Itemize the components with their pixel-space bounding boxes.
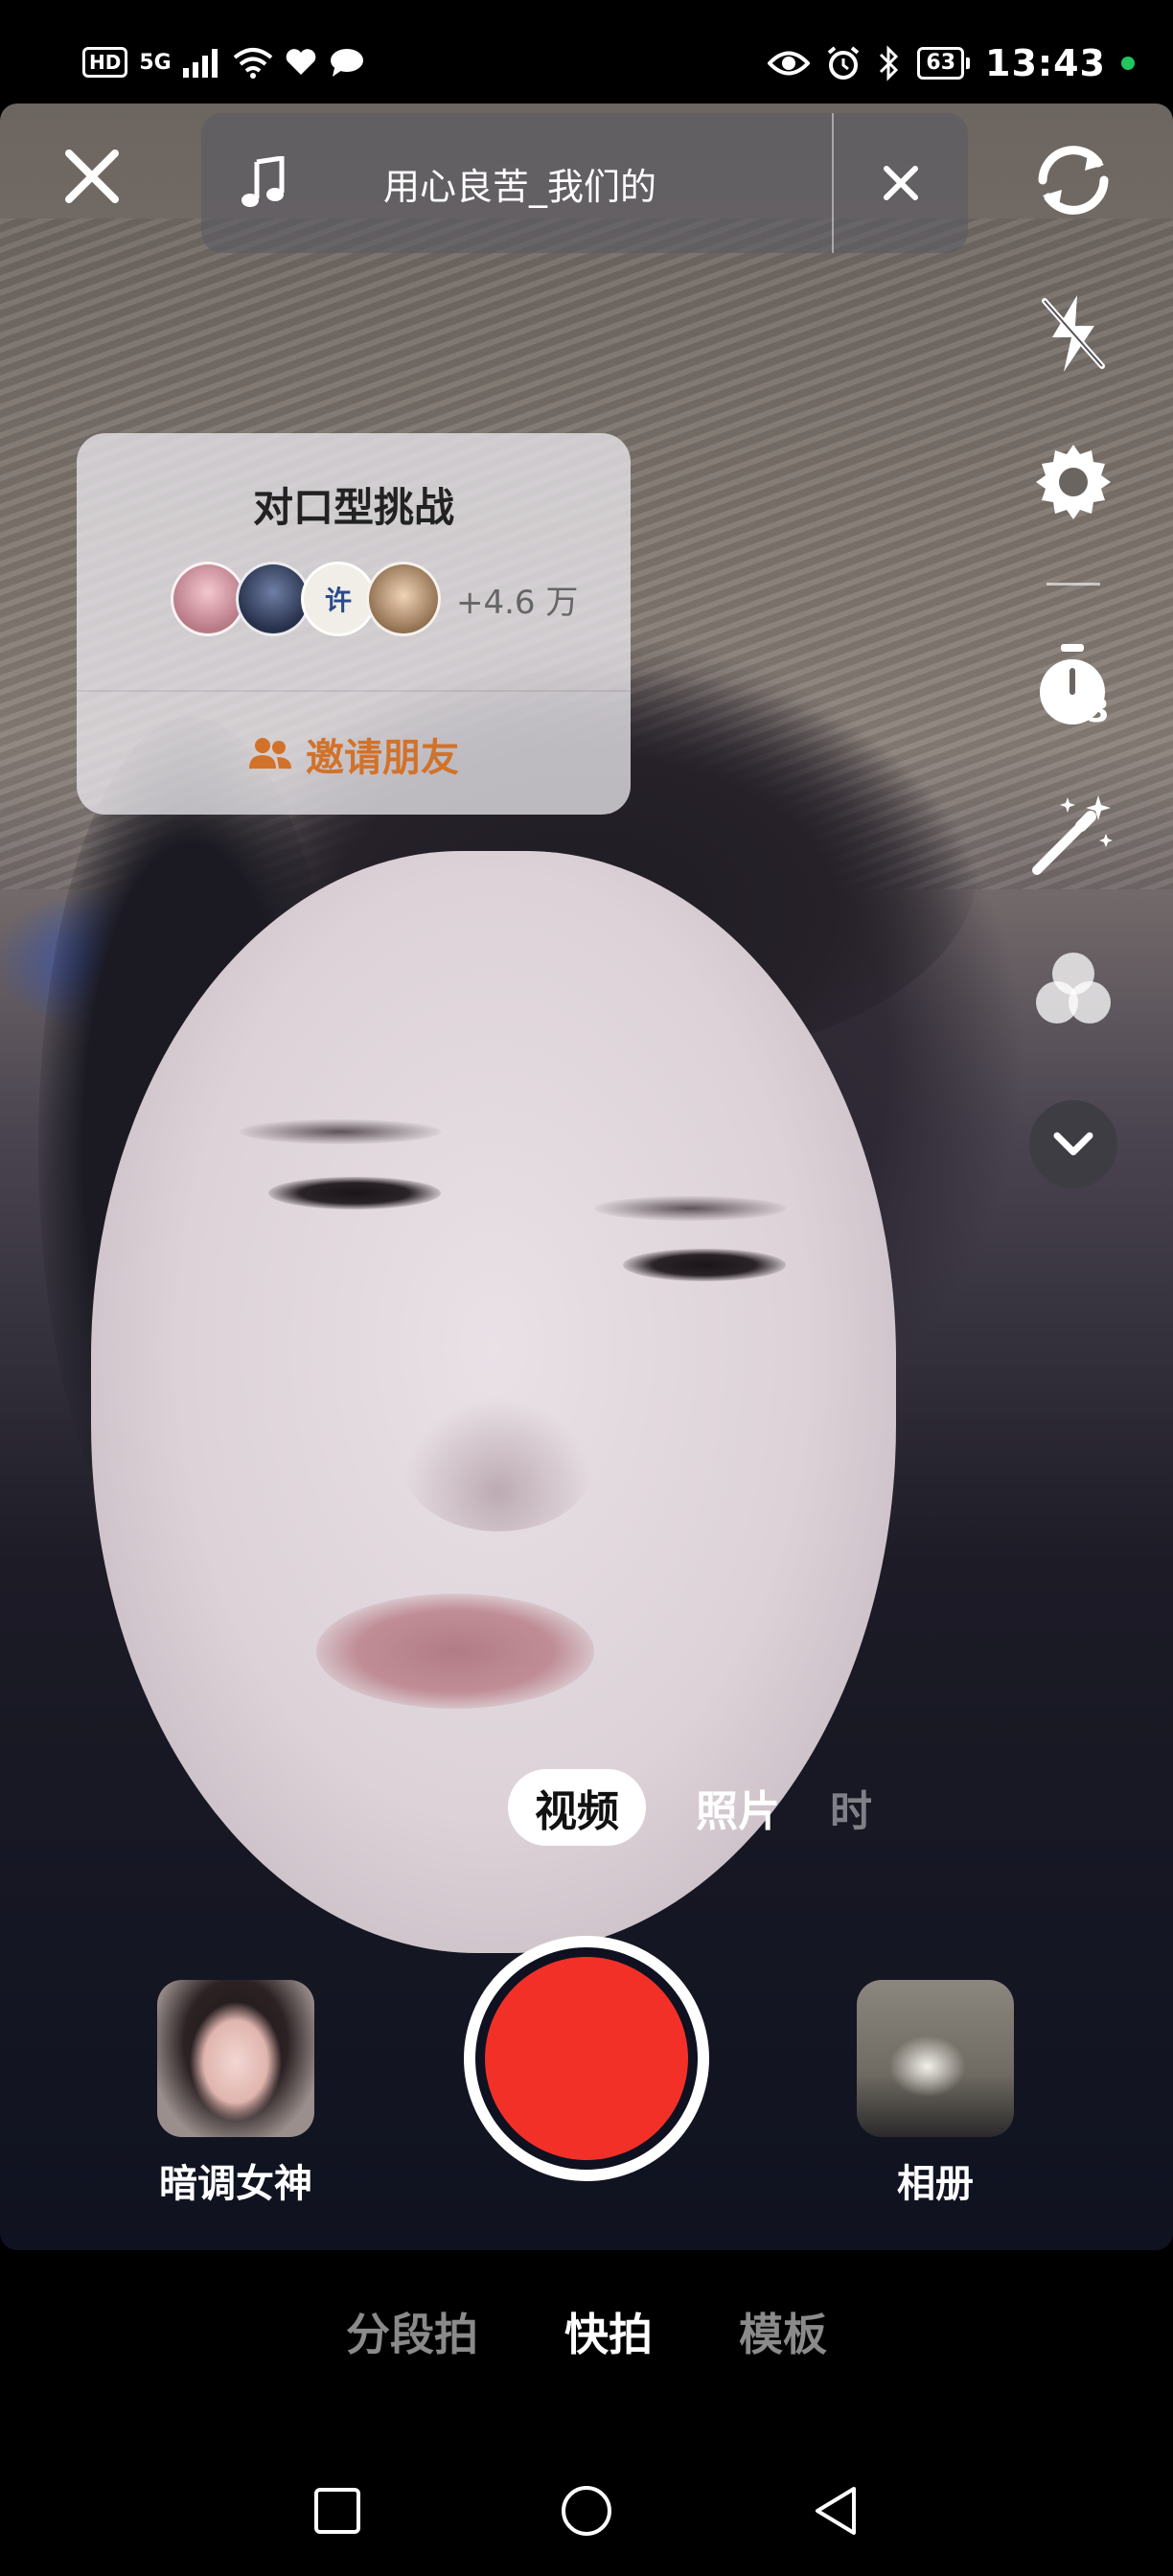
close-button[interactable] [58, 142, 126, 211]
navigation-bar [0, 2472, 1173, 2576]
card-divider [77, 690, 631, 692]
eye-icon [768, 51, 811, 76]
timer-count: 3 [1087, 692, 1110, 730]
nose [402, 1397, 594, 1531]
avatar [236, 562, 310, 636]
magic-wand-icon [1032, 795, 1113, 875]
avatar [171, 562, 245, 636]
avatar [366, 562, 441, 636]
challenge-title: 对口型挑战 [252, 484, 454, 531]
tab-template[interactable]: 模板 [739, 2300, 827, 2363]
toolbar-divider [1025, 583, 1121, 586]
capture-mode-tabs: 视频 照片 时 [508, 1769, 872, 1846]
beauty-button[interactable] [1025, 792, 1121, 878]
mode-photo[interactable]: 照片 [696, 1777, 780, 1838]
network-type: 5G [139, 50, 172, 75]
filter-button[interactable] [1025, 949, 1121, 1031]
status-right: 63 13:43 [768, 42, 1135, 84]
battery-tip [966, 58, 971, 69]
right-brow [594, 1196, 786, 1221]
lips [316, 1594, 594, 1709]
more-button[interactable] [1025, 1100, 1121, 1188]
settings-button[interactable] [1025, 441, 1121, 523]
flash-off-icon [1042, 295, 1105, 372]
status-left: HD 5G [82, 46, 365, 79]
left-eye [268, 1177, 441, 1209]
signal-icon [182, 49, 218, 78]
tab-quick[interactable]: 快拍 [564, 2300, 653, 2363]
avatar-text: 许 [324, 585, 352, 616]
wifi-icon [233, 48, 273, 79]
record-button[interactable] [485, 1957, 688, 2160]
avatar: 许 [301, 562, 376, 636]
back-triangle-icon [816, 2487, 856, 2535]
message-icon [330, 49, 363, 77]
right-eye [623, 1249, 786, 1281]
album-label: 相册 [897, 2162, 974, 2206]
left-brow [240, 1119, 441, 1144]
square-icon [314, 2488, 360, 2534]
back-button[interactable] [797, 2472, 874, 2549]
flash-button[interactable] [1025, 291, 1121, 376]
chevron-down-icon [1053, 1132, 1093, 1156]
lip-sync-challenge-card[interactable]: 对口型挑战 许 +4.6 万 邀请朋友 [77, 433, 631, 815]
invite-friends-button[interactable]: 邀请朋友 [77, 726, 631, 782]
status-bar: HD 5G 63 13:43 [0, 0, 1173, 104]
heart-icon [286, 49, 316, 75]
status-dot [1121, 57, 1135, 70]
battery-indicator: 63 [917, 47, 971, 80]
people-icon [249, 738, 291, 769]
flip-camera-icon [1038, 146, 1109, 215]
music-title: 用心良苦_我们的 [383, 165, 657, 208]
participant-count: +4.6 万 [456, 583, 579, 622]
filter-icon [1036, 953, 1111, 1024]
gear-icon [1036, 445, 1111, 519]
mode-video[interactable]: 视频 [508, 1769, 646, 1846]
close-icon [884, 166, 918, 200]
home-button[interactable] [548, 2472, 625, 2549]
alarm-icon [828, 46, 860, 80]
hd-badge: HD [82, 47, 128, 78]
filter-label: 暗调女神 [159, 2162, 312, 2206]
music-note-icon [201, 156, 326, 210]
filter-thumbnail[interactable] [157, 1980, 314, 2137]
album-thumbnail[interactable] [857, 1980, 1014, 2137]
bluetooth-icon [880, 45, 899, 81]
close-icon [65, 150, 119, 203]
timer-button[interactable]: 3 [1025, 644, 1121, 732]
shooting-tabs: 分段拍 快拍 模板 [0, 2300, 1173, 2363]
battery-level: 63 [917, 47, 965, 80]
circle-icon [562, 2486, 611, 2536]
clock: 13:43 [985, 42, 1106, 84]
participant-avatars: 许 +4.6 万 [171, 562, 578, 636]
tab-segment[interactable]: 分段拍 [346, 2300, 478, 2363]
invite-label: 邀请朋友 [306, 736, 459, 780]
recent-apps-button[interactable] [299, 2472, 376, 2549]
flip-camera-button[interactable] [1025, 142, 1121, 218]
mode-next[interactable]: 时 [830, 1777, 872, 1838]
music-selector[interactable]: 用心良苦_我们的 [201, 113, 968, 253]
music-remove-button[interactable] [834, 164, 968, 202]
camera-preview[interactable] [0, 104, 1173, 2250]
